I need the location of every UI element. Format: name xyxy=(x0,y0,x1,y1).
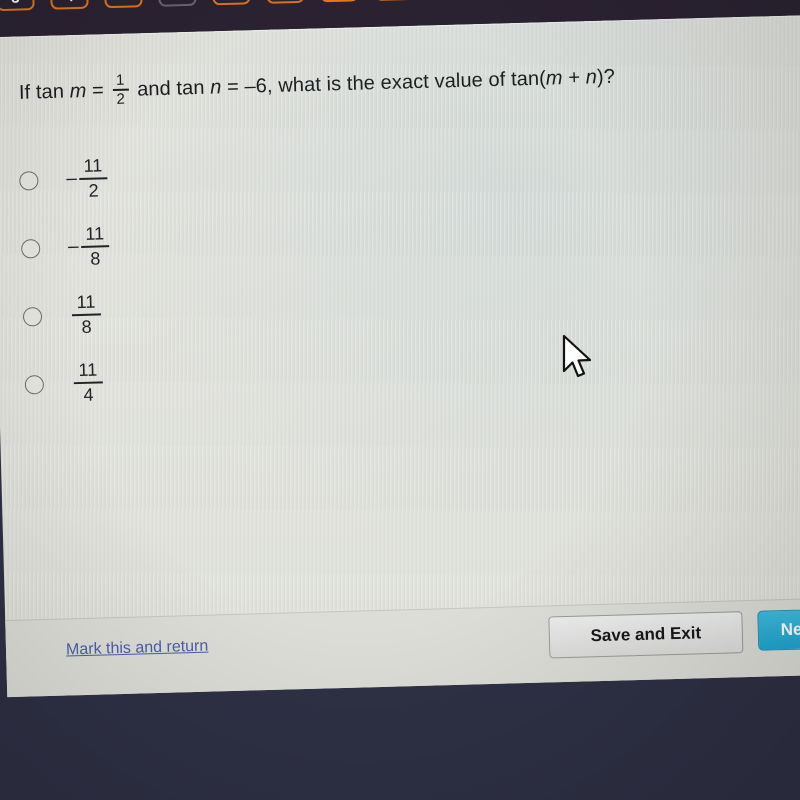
question-variable-m2: m xyxy=(545,67,563,90)
question-number-button[interactable] xyxy=(265,0,305,4)
answer-fraction-numerator: 11 xyxy=(78,359,98,381)
answer-option-value: –11 8 xyxy=(67,223,110,269)
answer-options-list: –11 2–11 8 11 8 11 4 xyxy=(18,135,445,418)
answer-fraction: 11 4 xyxy=(73,359,103,406)
answer-option-value: 11 4 xyxy=(71,359,103,406)
mark-this-and-return-link[interactable]: Mark this and return xyxy=(66,638,209,660)
question-number-button[interactable]: 5 xyxy=(103,0,143,9)
question-number-button[interactable] xyxy=(319,0,359,3)
question-number-button[interactable]: 6 xyxy=(157,0,197,7)
answer-sign: – xyxy=(67,236,80,258)
next-button[interactable]: Next xyxy=(757,606,800,651)
question-equals-2: = –6, what is the exact value of tan( xyxy=(221,67,547,99)
answer-radio-button[interactable] xyxy=(24,374,45,395)
mouse-cursor-icon xyxy=(562,334,592,378)
screen-photo: 34568910 If tan m = 1 2 and tan n = –6, … xyxy=(0,0,800,800)
question-fraction-half: 1 2 xyxy=(112,71,129,108)
answer-fraction-denominator: 8 xyxy=(81,316,92,337)
question-number-list: 34568910 xyxy=(0,0,521,12)
question-number-button[interactable]: 8 xyxy=(373,0,413,1)
question-variable-n: n xyxy=(209,76,222,99)
answer-radio-button[interactable] xyxy=(19,170,39,191)
quiz-page: 34568910 If tan m = 1 2 and tan n = –6, … xyxy=(0,0,800,709)
question-text: If tan m = 1 2 and tan n = –6, what is t… xyxy=(19,57,760,111)
save-and-exit-button[interactable]: Save and Exit xyxy=(548,611,744,659)
question-number-button[interactable]: 3 xyxy=(0,0,35,12)
fraction-numerator: 1 xyxy=(115,71,125,89)
question-number-button[interactable] xyxy=(211,0,251,6)
answer-fraction: 11 8 xyxy=(80,223,110,269)
answer-fraction-numerator: 11 xyxy=(83,155,103,176)
quiz-footer: Mark this and return Save and Exit Next xyxy=(5,597,800,698)
question-plus: + xyxy=(562,66,587,90)
answer-fraction-numerator: 11 xyxy=(85,223,105,244)
answer-option-row[interactable]: 11 8 xyxy=(22,271,444,350)
answer-option-row[interactable]: –11 2 xyxy=(18,135,440,214)
question-middle: and tan xyxy=(131,76,211,101)
answer-fraction: 11 2 xyxy=(78,155,108,201)
answer-fraction-denominator: 4 xyxy=(83,384,94,405)
question-variable-m: m xyxy=(69,80,87,103)
answer-option-row[interactable]: –11 8 xyxy=(20,203,442,282)
question-suffix: )? xyxy=(596,65,616,89)
answer-radio-button[interactable] xyxy=(22,306,43,327)
answer-option-value: 11 8 xyxy=(69,291,101,338)
fraction-denominator: 2 xyxy=(116,90,126,108)
question-equals-1: = xyxy=(86,79,110,103)
answer-fraction: 11 8 xyxy=(71,291,101,338)
answer-option-value: –11 2 xyxy=(66,155,108,201)
answer-fraction-numerator: 11 xyxy=(76,291,96,313)
answer-radio-button[interactable] xyxy=(20,238,41,259)
answer-option-row[interactable]: 11 4 xyxy=(24,339,446,418)
question-content-panel: If tan m = 1 2 and tan n = –6, what is t… xyxy=(0,14,800,698)
question-variable-n2: n xyxy=(585,66,598,89)
question-number-button[interactable]: 4 xyxy=(49,0,89,10)
answer-fraction-denominator: 8 xyxy=(90,248,101,269)
answer-sign: – xyxy=(66,168,78,190)
question-prefix: If tan xyxy=(18,80,70,104)
answer-fraction-denominator: 2 xyxy=(88,180,99,201)
